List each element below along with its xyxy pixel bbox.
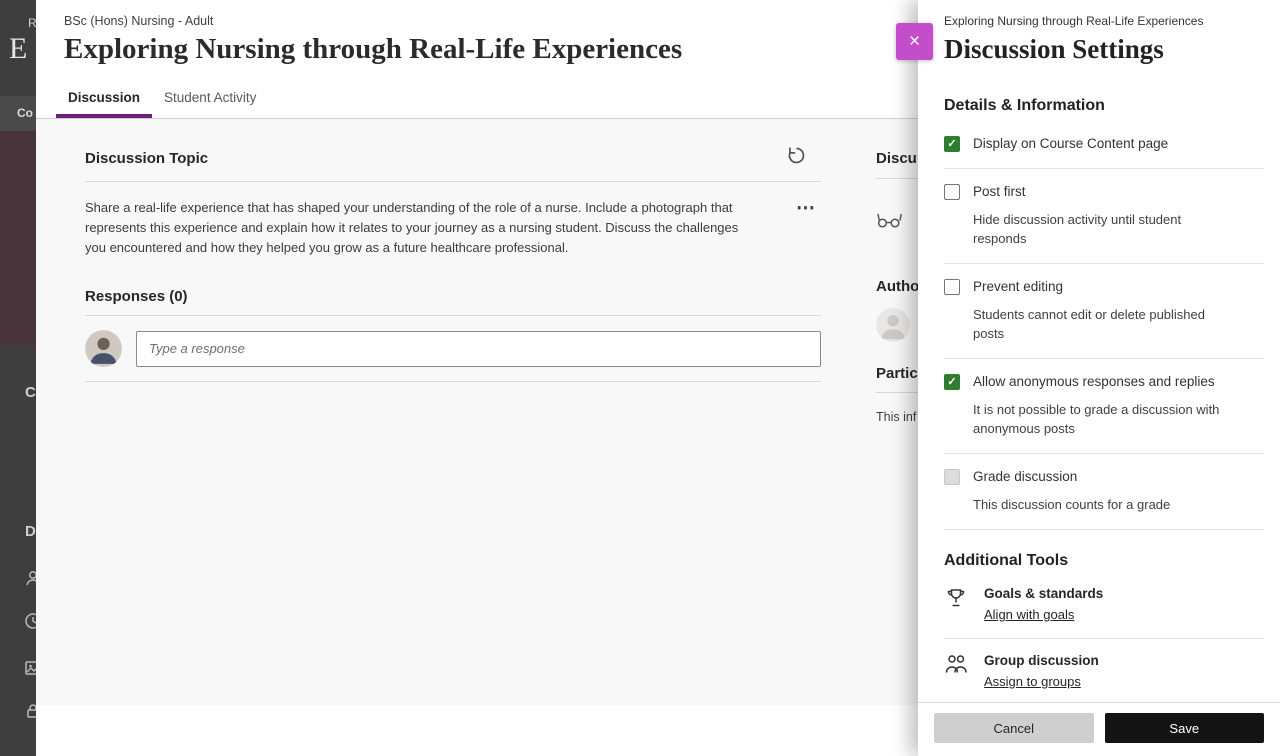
topic-column: Discussion Topic Share a real-life exper…: [85, 119, 821, 705]
image-icon: [24, 659, 36, 677]
checkbox-prevent-editing[interactable]: [944, 279, 960, 295]
refresh-icon[interactable]: [786, 145, 807, 171]
option-display-on-course-content: Display on Course Content page: [944, 121, 1264, 169]
panel-header: Exploring Nursing through Real-Life Expe…: [918, 0, 1280, 75]
page: RU E Co C D BSc (Hons) Nursing - Adult E…: [0, 0, 1280, 756]
panel-body: Details & Information Display on Course …: [918, 75, 1280, 702]
background-title-fragment: E: [9, 32, 27, 66]
background-text-fragment: RU: [28, 16, 36, 30]
checkbox-post-first[interactable]: [944, 184, 960, 200]
additional-tools-heading: Additional Tools: [944, 552, 1264, 570]
person-icon: [24, 569, 36, 587]
page-title: Exploring Nursing through Real-Life Expe…: [64, 33, 918, 66]
cancel-button[interactable]: Cancel: [934, 713, 1094, 743]
background-tab-fragment: Co: [17, 106, 33, 120]
checkbox-grade-discussion[interactable]: [944, 469, 960, 485]
goals-icon: [944, 586, 970, 615]
close-icon: ×: [909, 31, 920, 52]
checkbox-allow-anonymous[interactable]: [944, 374, 960, 390]
background-heading-fragment: C: [25, 384, 36, 401]
tool-label: Group discussion: [984, 652, 1099, 669]
lock-icon: [24, 702, 36, 720]
author-avatar: [876, 308, 910, 342]
divider: [876, 178, 918, 179]
align-with-goals-link[interactable]: Align with goals: [984, 607, 1074, 622]
tabbar: Discussion Student Activity: [36, 81, 918, 119]
save-button[interactable]: Save: [1105, 713, 1265, 743]
background-banner-band: [0, 131, 36, 345]
responses-heading: Responses (0): [85, 288, 821, 305]
kebab-menu-icon[interactable]: ⋯: [791, 200, 821, 258]
discussion-topic-text: Share a real-life experience that has sh…: [85, 198, 791, 258]
response-row: [85, 316, 821, 381]
participants-info-clipped: This inf: [876, 410, 918, 424]
response-input[interactable]: [136, 331, 821, 367]
details-heading-clipped: Discu: [876, 150, 918, 167]
breadcrumb: BSc (Hons) Nursing - Adult: [64, 14, 918, 28]
option-post-first: Post first Hide discussion activity unti…: [944, 169, 1264, 264]
option-grade-discussion: Grade discussion This discussion counts …: [944, 454, 1264, 530]
tool-group-discussion: Group discussion Assign to groups: [944, 639, 1264, 702]
author-heading-clipped: Autho: [876, 278, 918, 295]
divider: [85, 381, 821, 382]
panel-title: Discussion Settings: [944, 34, 1264, 65]
option-label: Post first: [973, 183, 1264, 201]
tool-label: Goals & standards: [984, 585, 1103, 602]
option-label: Display on Course Content page: [973, 135, 1264, 153]
option-description: This discussion counts for a grade: [973, 495, 1231, 514]
checkbox-display-on-course-content[interactable]: [944, 136, 960, 152]
discussion-topic-heading: Discussion Topic: [85, 150, 208, 167]
tool-goals-standards: Goals & standards Align with goals: [944, 572, 1264, 639]
clock-icon: [24, 612, 36, 630]
option-description: Students cannot edit or delete published…: [973, 305, 1231, 343]
participants-heading-clipped: Partic: [876, 365, 918, 382]
option-label: Allow anonymous responses and replies: [973, 373, 1264, 391]
group-icon: [944, 653, 970, 680]
tab-student-activity[interactable]: Student Activity: [152, 81, 268, 118]
background-heading-fragment: D: [25, 523, 36, 540]
option-prevent-editing: Prevent editing Students cannot edit or …: [944, 264, 1264, 359]
panel-subtitle: Exploring Nursing through Real-Life Expe…: [944, 14, 1264, 28]
discussion-content: Discussion Topic Share a real-life exper…: [36, 119, 918, 705]
option-allow-anonymous: Allow anonymous responses and replies It…: [944, 359, 1264, 454]
anonymous-icon: [876, 211, 918, 234]
close-button[interactable]: ×: [896, 23, 933, 60]
page-header: BSc (Hons) Nursing - Adult Exploring Nur…: [36, 0, 918, 66]
user-avatar: [85, 330, 122, 367]
tab-discussion[interactable]: Discussion: [56, 81, 152, 118]
panel-footer: Cancel Save: [918, 702, 1280, 756]
details-information-heading: Details & Information: [944, 97, 1264, 115]
background-course-page: RU E Co C D: [0, 0, 36, 756]
discussion-page: BSc (Hons) Nursing - Adult Exploring Nur…: [36, 0, 918, 756]
option-label: Prevent editing: [973, 278, 1264, 296]
discussion-details-column: Discu Autho Partic This inf: [876, 119, 918, 424]
divider: [85, 181, 821, 182]
divider: [876, 392, 918, 393]
discussion-settings-panel: Exploring Nursing through Real-Life Expe…: [918, 0, 1280, 756]
option-label: Grade discussion: [973, 468, 1264, 486]
assign-to-groups-link[interactable]: Assign to groups: [984, 674, 1081, 689]
option-description: Hide discussion activity until student r…: [973, 210, 1231, 248]
option-description: It is not possible to grade a discussion…: [973, 400, 1231, 438]
